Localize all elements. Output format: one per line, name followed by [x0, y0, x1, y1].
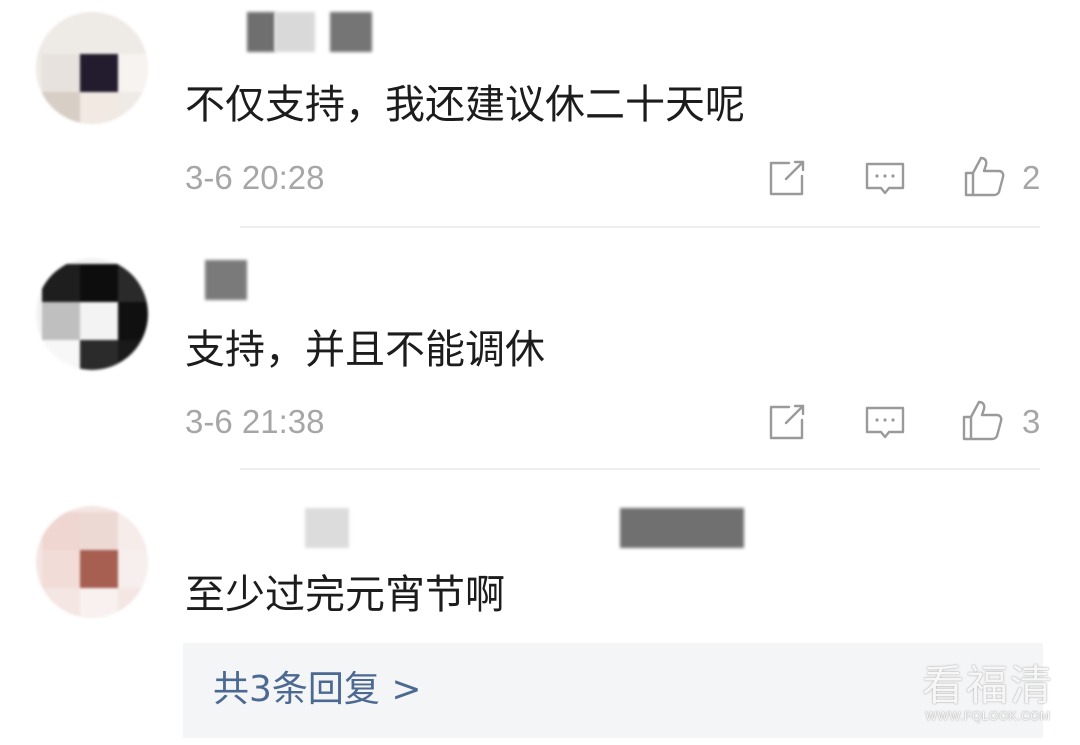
comment-timestamp: 3-6 20:28 — [185, 159, 325, 196]
like-count: 2 — [1022, 159, 1041, 196]
share-icon[interactable] — [765, 156, 809, 200]
watermark-url: WWW.FQLOOK.COM — [925, 709, 1051, 723]
comment-text: 不仅支持，我还建议休二十天呢 — [185, 82, 745, 128]
comment-item: 不仅支持，我还建议休二十天呢 3-6 20:28 2 — [0, 0, 1080, 228]
comment-text: 支持，并且不能调休 — [185, 327, 545, 373]
avatar[interactable] — [36, 258, 148, 370]
watermark-title: 看福清 — [921, 661, 1054, 710]
comment-text: 至少过完元宵节啊 — [185, 572, 505, 618]
share-icon[interactable] — [765, 400, 809, 444]
avatar[interactable] — [36, 12, 148, 124]
like-count: 3 — [1022, 403, 1041, 440]
avatar[interactable] — [36, 506, 148, 618]
view-replies-label: 共3条回复 > — [213, 669, 422, 710]
thumbs-up-icon[interactable] — [960, 398, 1004, 442]
comment-timestamp: 3-6 21:38 — [185, 403, 325, 440]
comment-icon[interactable] — [863, 400, 907, 444]
view-replies-button[interactable]: 共3条回复 > — [183, 643, 1043, 738]
thumbs-up-icon[interactable] — [962, 154, 1006, 198]
watermark: 看福清 WWW.FQLOOK.COM — [918, 661, 1058, 724]
comment-icon[interactable] — [863, 156, 907, 200]
comment-item: 支持，并且不能调休 3-6 21:38 3 — [0, 228, 1080, 468]
